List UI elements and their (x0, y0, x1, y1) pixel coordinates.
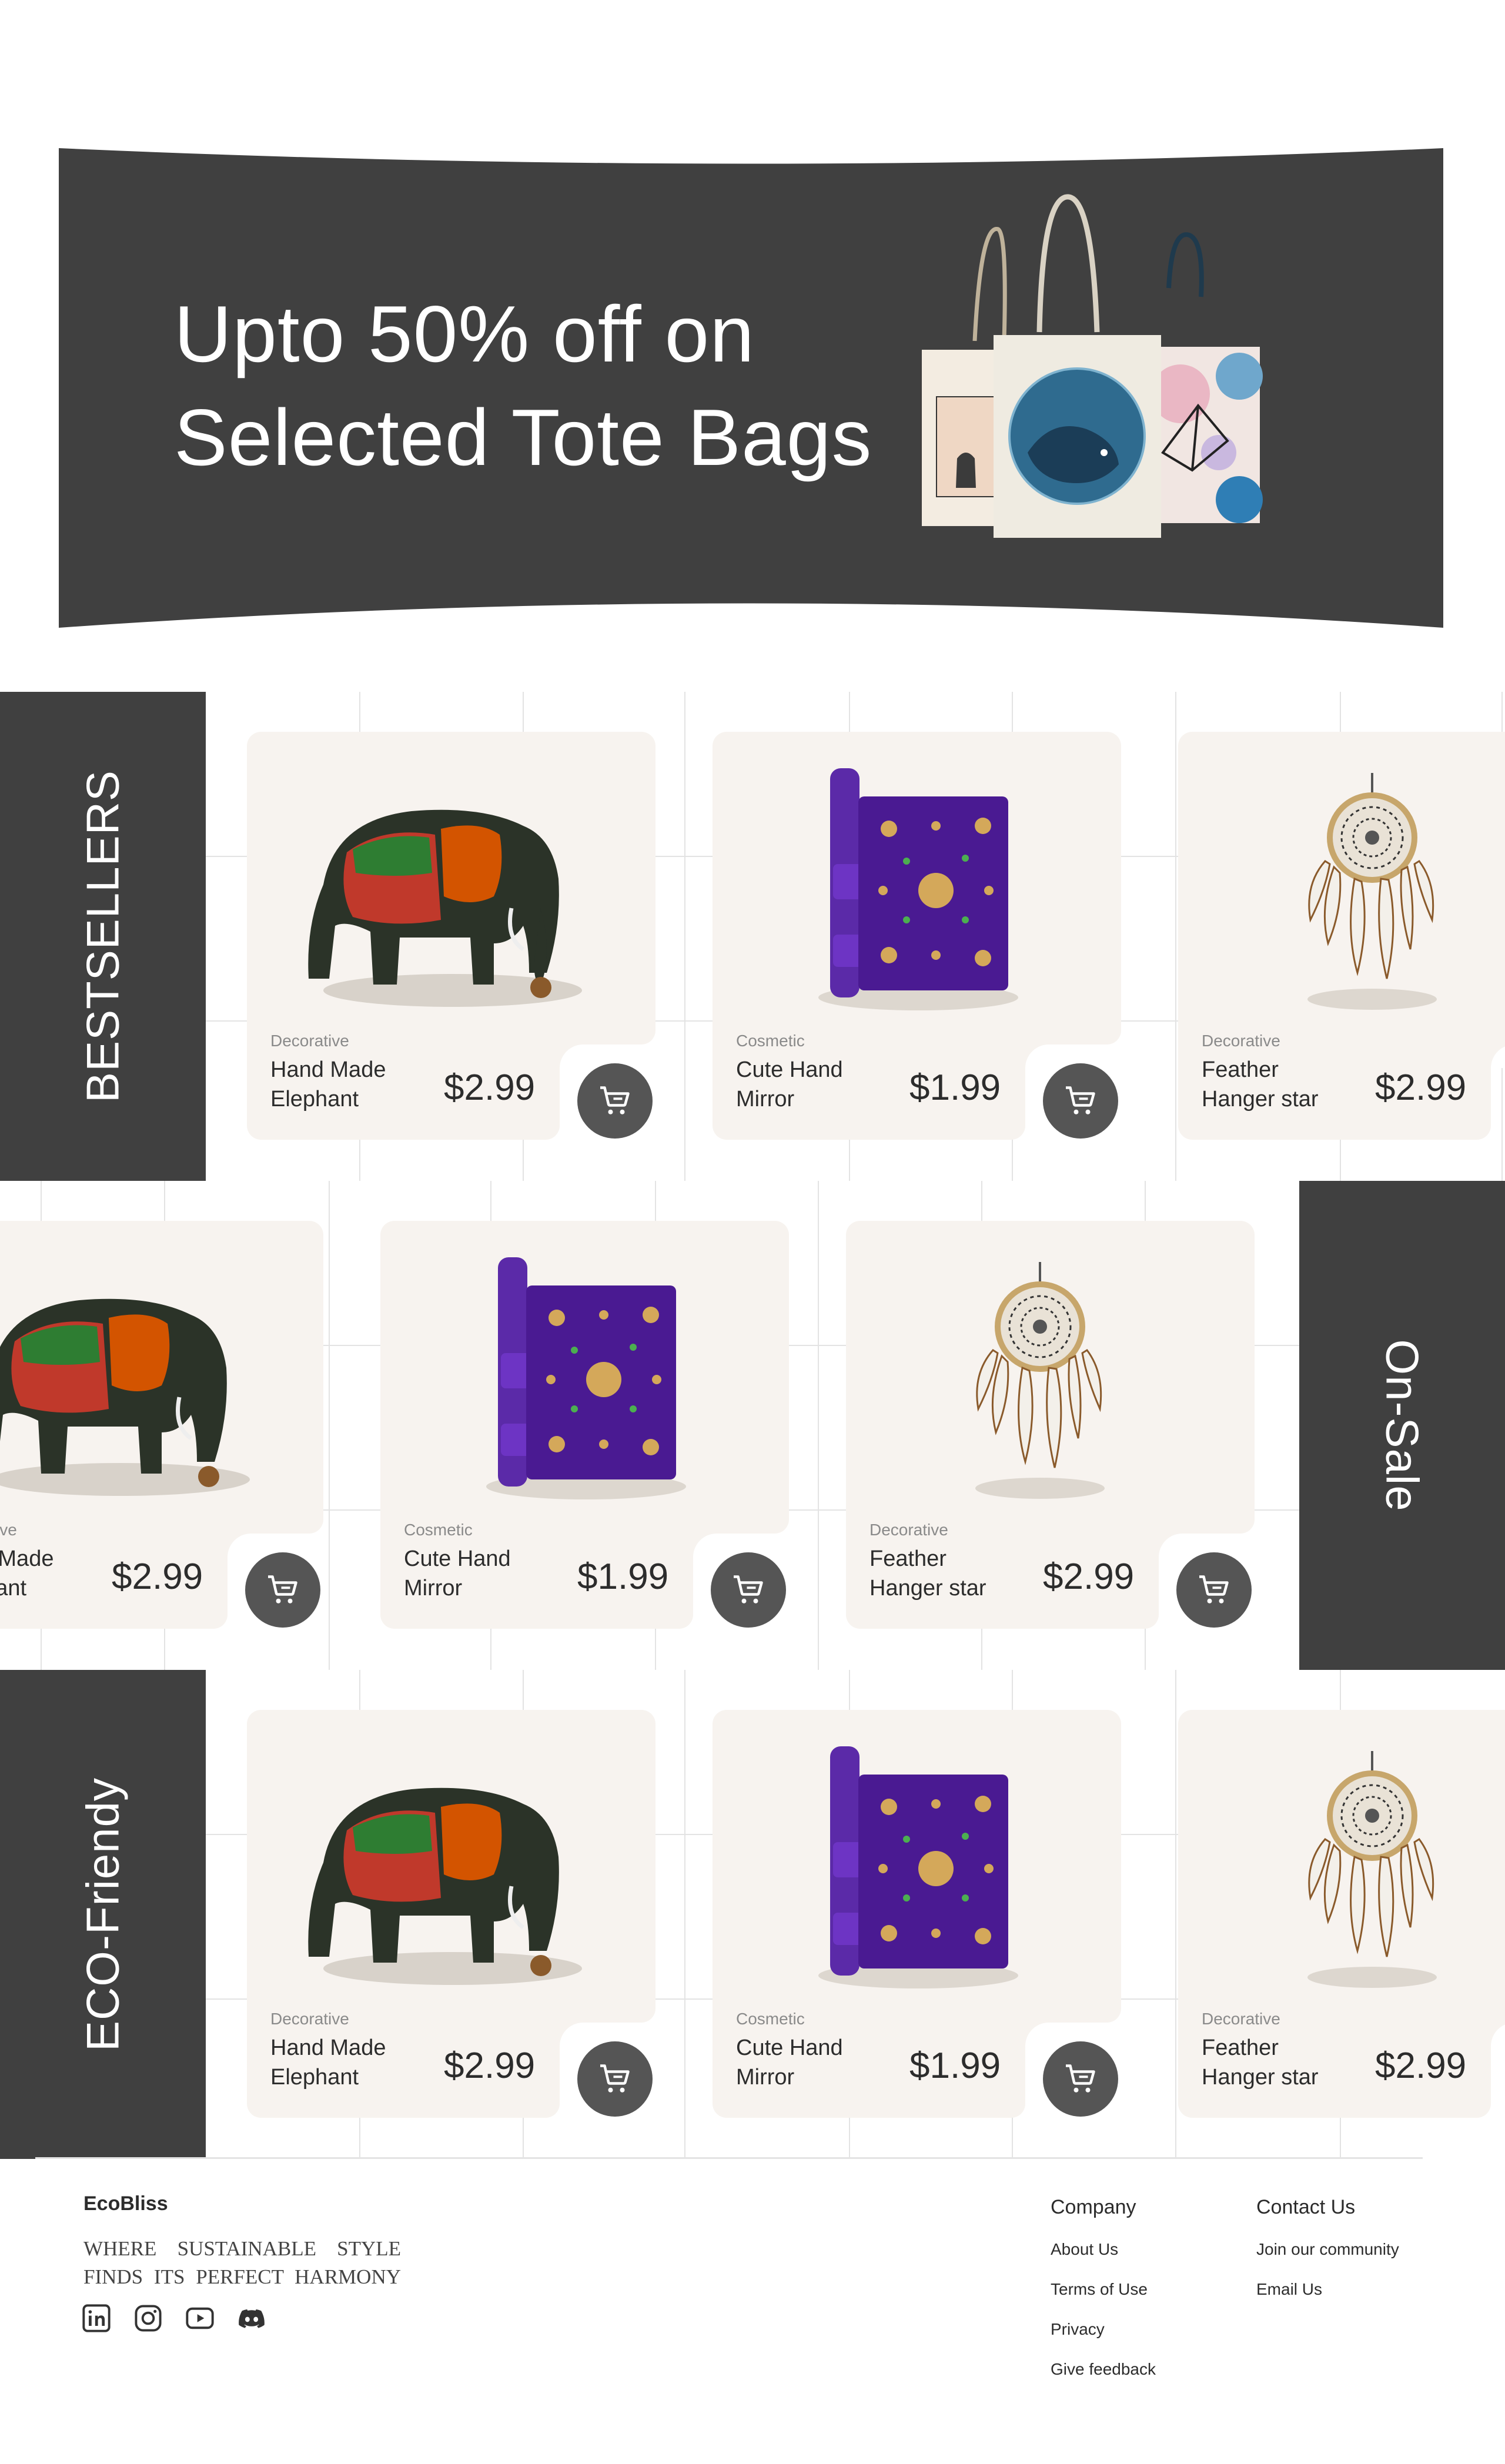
product-category: Decorative (1202, 2010, 1280, 2028)
on-sale-section: Decorative Hand Made Elephant $2.99 Cosm… (0, 1181, 1505, 1670)
cart-icon (600, 1086, 630, 1114)
product-card[interactable]: Decorative Hand Made Elephant $2.99 (0, 1221, 323, 1629)
product-category: Cosmetic (736, 2010, 805, 2028)
section-label-on-sale: On-Sale (1299, 1181, 1505, 1670)
product-card[interactable]: Decorative Feather Hanger star $2.99 (1178, 732, 1505, 1140)
dreamcatcher-image (1307, 773, 1437, 1010)
eco-friendly-section: ECO-Friendy Decorative Hand Made Elephan… (0, 1670, 1505, 2159)
footer-company-column: Company About Us Terms of Use Privacy Gi… (1051, 2196, 1156, 2400)
bestsellers-section: BESTSELLERS Decorative Hand Made Elephan… (0, 692, 1505, 1181)
add-to-cart-button[interactable] (1043, 1063, 1118, 1139)
tote-bags-image (922, 194, 1263, 538)
elephant-image (0, 1298, 250, 1496)
footer-link-join-community[interactable]: Join our community (1256, 2240, 1399, 2259)
product-price: $2.99 (1375, 1067, 1467, 1108)
product-category: Cosmetic (404, 1521, 473, 1539)
product-category: Decorative (270, 1032, 349, 1050)
product-name[interactable]: Cute Hand Mirror (736, 1055, 889, 1114)
footer-tagline: Where sustainable style finds its perfec… (83, 2237, 401, 2288)
product-card[interactable]: Decorative Feather Hanger star $2.99 (846, 1221, 1255, 1629)
cart-icon (1066, 2064, 1095, 2093)
footer-divider (35, 2157, 1423, 2159)
add-to-cart-button[interactable] (1176, 1552, 1252, 1628)
add-to-cart-button[interactable] (1043, 2041, 1118, 2117)
product-name[interactable]: Hand Made Elephant (0, 1544, 91, 1603)
footer-contact-column: Contact Us Join our community Email Us (1256, 2196, 1399, 2320)
add-to-cart-button[interactable] (577, 1063, 653, 1139)
product-name[interactable]: Hand Made Elephant (270, 1055, 423, 1114)
hand-mirror-image (818, 768, 1018, 1010)
product-category: Decorative (0, 1521, 17, 1539)
discord-icon[interactable] (236, 2303, 267, 2334)
product-name[interactable]: Feather Hanger star (1202, 2033, 1354, 2092)
footer: EcoBliss Where sustainable style finds i… (0, 2157, 1505, 2464)
elephant-image (308, 809, 582, 1007)
dreamcatcher-image (1307, 1751, 1437, 1988)
social-links (81, 2303, 267, 2334)
youtube-icon[interactable] (185, 2303, 215, 2334)
elephant-image (308, 1787, 582, 1985)
product-card[interactable]: Cosmetic Cute Hand Mirror $1.99 (713, 1710, 1121, 2118)
product-name[interactable]: Cute Hand Mirror (404, 1544, 557, 1603)
section-label-text: On-Sale (1376, 1339, 1429, 1512)
product-price: $2.99 (112, 1556, 203, 1597)
product-price: $2.99 (1375, 2045, 1467, 2086)
product-price: $2.99 (444, 2045, 536, 2086)
product-card[interactable]: Cosmetic Cute Hand Mirror $1.99 (713, 732, 1121, 1140)
section-label-text: ECO-Friendy (76, 1777, 129, 2052)
section-label-bestsellers: BESTSELLERS (0, 692, 206, 1181)
footer-link-about-us[interactable]: About Us (1051, 2240, 1156, 2259)
cart-icon (734, 1575, 763, 1603)
cart-icon (600, 2064, 630, 2093)
footer-company-title: Company (1051, 2196, 1136, 2218)
footer-link-terms-of-use[interactable]: Terms of Use (1051, 2280, 1156, 2299)
product-name[interactable]: Feather Hanger star (869, 1544, 1022, 1603)
product-card[interactable]: Decorative Hand Made Elephant $2.99 (247, 732, 655, 1140)
product-card[interactable]: Cosmetic Cute Hand Mirror $1.99 (380, 1221, 789, 1629)
product-card[interactable]: Decorative Hand Made Elephant $2.99 (247, 1710, 655, 2118)
product-name[interactable]: Cute Hand Mirror (736, 2033, 889, 2092)
product-price: $1.99 (909, 2045, 1001, 2086)
footer-contact-title: Contact Us (1256, 2196, 1356, 2218)
product-price: $1.99 (577, 1556, 669, 1597)
cart-icon (268, 1575, 297, 1603)
section-label-text: BESTSELLERS (76, 770, 129, 1103)
footer-link-give-feedback[interactable]: Give feedback (1051, 2360, 1156, 2379)
product-category: Decorative (869, 1521, 948, 1539)
product-price: $2.99 (1043, 1556, 1135, 1597)
product-name[interactable]: Hand Made Elephant (270, 2033, 423, 2092)
product-category: Decorative (270, 2010, 349, 2028)
linkedin-icon[interactable] (81, 2303, 112, 2334)
hero-title: Upto 50% off on Selected Tote Bags (174, 282, 872, 489)
hero-title-line-1: Upto 50% off on (174, 289, 755, 379)
cart-icon (1199, 1575, 1229, 1603)
footer-link-privacy[interactable]: Privacy (1051, 2320, 1156, 2339)
product-category: Decorative (1202, 1032, 1280, 1050)
add-to-cart-button[interactable] (577, 2041, 653, 2117)
dreamcatcher-image (975, 1262, 1105, 1499)
hero-banner: Upto 50% off on Selected Tote Bags (0, 0, 1505, 647)
add-to-cart-button[interactable] (245, 1552, 320, 1628)
product-price: $1.99 (909, 1067, 1001, 1108)
add-to-cart-button[interactable] (711, 1552, 786, 1628)
product-price: $2.99 (444, 1067, 536, 1108)
hand-mirror-image (486, 1257, 686, 1499)
footer-link-email-us[interactable]: Email Us (1256, 2280, 1399, 2299)
product-card[interactable]: Decorative Feather Hanger star $2.99 (1178, 1710, 1505, 2118)
cart-icon (1066, 1086, 1095, 1114)
footer-brand[interactable]: EcoBliss (83, 2192, 168, 2215)
hand-mirror-image (818, 1746, 1018, 1988)
product-category: Cosmetic (736, 1032, 805, 1050)
hero-title-line-2: Selected Tote Bags (174, 393, 872, 482)
product-name[interactable]: Feather Hanger star (1202, 1055, 1354, 1114)
section-label-eco-friendly: ECO-Friendy (0, 1670, 206, 2159)
instagram-icon[interactable] (133, 2303, 163, 2334)
